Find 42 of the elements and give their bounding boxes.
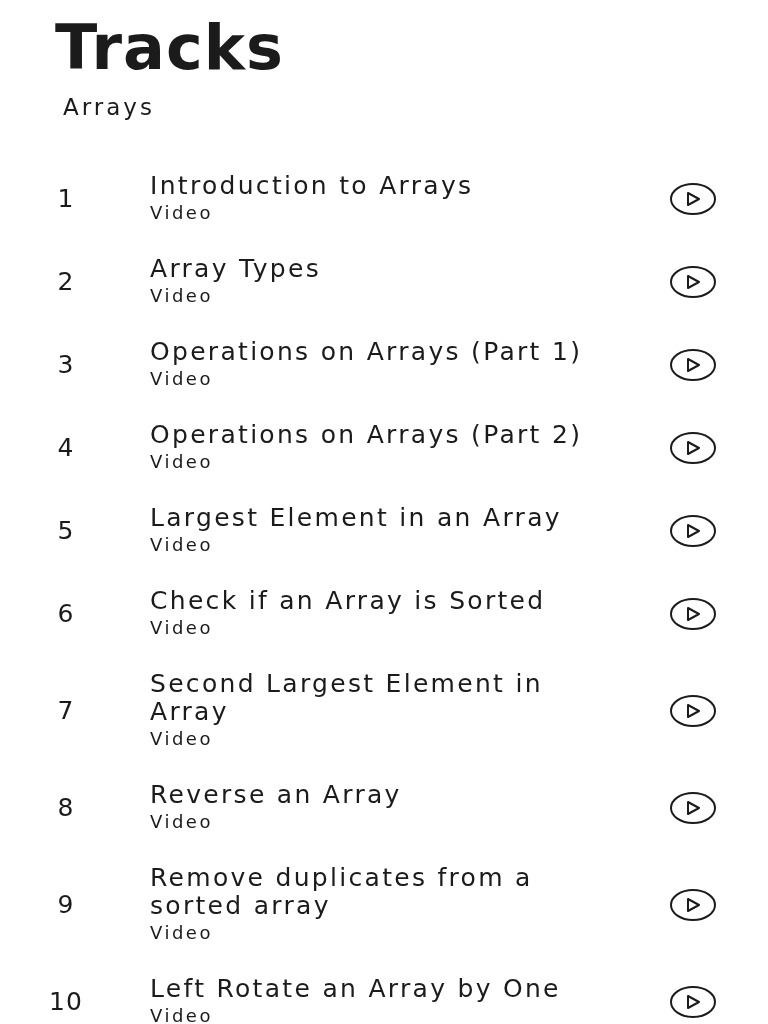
play-icon[interactable] xyxy=(670,431,716,464)
lesson-title: Left Rotate an Array by One xyxy=(150,975,561,1003)
lesson-number: 7 xyxy=(57,696,75,725)
lesson-type: Video xyxy=(150,284,213,308)
play-icon[interactable] xyxy=(670,597,716,630)
page-title: Tracks xyxy=(55,17,284,79)
lesson-type: Video xyxy=(150,1004,213,1024)
lesson-number: 9 xyxy=(57,890,75,919)
play-icon[interactable] xyxy=(670,985,716,1018)
lesson-title: Largest Element in an Array xyxy=(150,504,562,532)
lesson-number: 5 xyxy=(57,516,75,545)
lesson-number: 4 xyxy=(57,433,75,462)
lesson-type: Video xyxy=(150,201,213,225)
play-icon[interactable] xyxy=(670,514,716,547)
play-icon[interactable] xyxy=(670,694,716,727)
lesson-type: Video xyxy=(150,367,213,391)
lesson-title: Operations on Arrays (Part 1) xyxy=(150,338,583,366)
lesson-title: Operations on Arrays (Part 2) xyxy=(150,421,583,449)
lesson-type: Video xyxy=(150,921,213,945)
play-icon[interactable] xyxy=(670,888,716,921)
lesson-type: Video xyxy=(150,533,213,557)
lesson-title: Introduction to Arrays xyxy=(150,172,474,200)
lesson-title: Check if an Array is Sorted xyxy=(150,587,546,615)
lesson-type: Video xyxy=(150,810,213,834)
lesson-title: Reverse an Array xyxy=(150,781,402,809)
lesson-type: Video xyxy=(150,616,213,640)
play-icon[interactable] xyxy=(670,265,716,298)
lesson-number: 1 xyxy=(57,184,75,213)
lesson-number: 2 xyxy=(57,267,75,296)
lesson-number: 8 xyxy=(57,793,75,822)
lesson-title: Array Types xyxy=(150,255,322,283)
lesson-number: 10 xyxy=(49,987,83,1016)
play-icon[interactable] xyxy=(670,348,716,381)
lesson-title: Remove duplicates from a sorted array xyxy=(150,864,534,920)
section-title: Arrays xyxy=(63,93,155,121)
play-icon[interactable] xyxy=(670,182,716,215)
lesson-title: Second Largest Element in Array xyxy=(150,670,544,726)
lesson-type: Video xyxy=(150,450,213,474)
lesson-number: 6 xyxy=(57,599,75,628)
lesson-type: Video xyxy=(150,727,213,751)
play-icon[interactable] xyxy=(670,791,716,824)
lesson-number: 3 xyxy=(57,350,75,379)
